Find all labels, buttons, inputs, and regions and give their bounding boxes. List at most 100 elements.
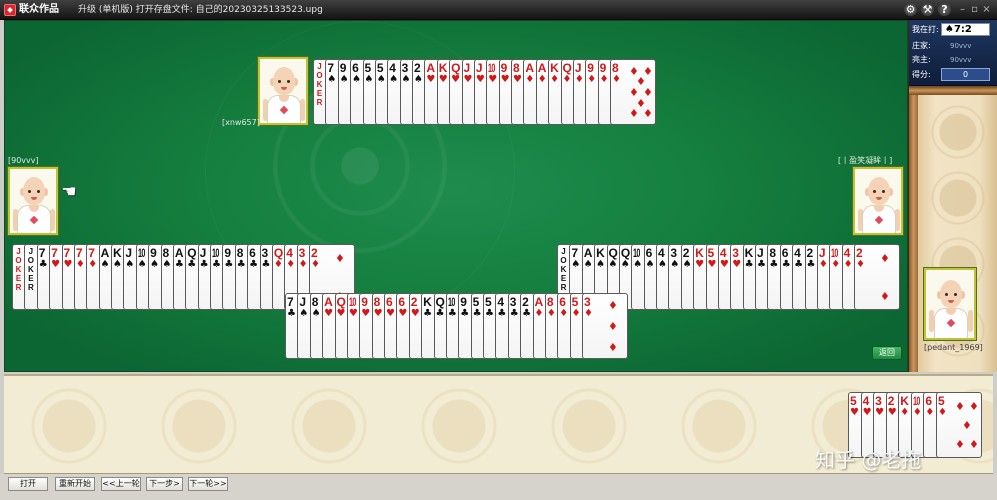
card-rank: 10 <box>831 246 839 260</box>
card-pip: ♦ <box>629 107 639 120</box>
trump-label: 亮主: <box>912 55 931 64</box>
right-player-name: [丨盈笑凝眸丨] <box>838 156 893 165</box>
card-rank: 6 <box>781 246 789 260</box>
card-rank: 3 <box>401 61 409 75</box>
card-rank: 7 <box>287 295 294 309</box>
card-rank: 7 <box>327 61 335 75</box>
close-icon[interactable]: × <box>981 3 992 16</box>
card-suit: ♦ <box>912 407 922 418</box>
card-suit: ♥ <box>51 259 61 270</box>
card-rank: Q <box>336 295 346 309</box>
card[interactable]: 3 ♦ ♦ ♦ ♦ <box>582 293 628 359</box>
card-suit: ♦ <box>574 74 584 85</box>
card-rank: 3 <box>509 295 517 309</box>
tools-icon[interactable]: ⚒ <box>921 3 934 16</box>
restore-icon[interactable]: ▫ <box>969 3 980 16</box>
card-rank: 6 <box>645 246 653 260</box>
card-rank: Q <box>451 61 461 75</box>
settings-icon[interactable]: ⚙ <box>904 3 917 16</box>
card-suit: ♣ <box>744 259 754 270</box>
card-suit: ♠ <box>414 74 423 85</box>
card-suit: ♣ <box>460 308 470 319</box>
left-player-avatar[interactable] <box>8 167 58 235</box>
right-player-avatar[interactable] <box>853 167 903 235</box>
card-suit: ♣ <box>509 308 519 319</box>
card-suit: ♠ <box>401 74 411 85</box>
card-rank: Q <box>435 295 445 309</box>
card-suit: ♣ <box>781 259 791 270</box>
card-suit: ♥ <box>862 407 872 418</box>
card-suit: ♥ <box>348 308 358 319</box>
card-rank: 10 <box>488 61 496 75</box>
card-rank: 2 <box>682 246 690 260</box>
top-player-avatar[interactable] <box>258 57 308 125</box>
card-rank: J <box>299 295 307 309</box>
card-rank: 6 <box>386 295 393 309</box>
scroll-roll <box>909 86 997 95</box>
card-suit: ♦ <box>584 308 593 319</box>
card-suit: ♣ <box>447 308 457 319</box>
card-rank: J <box>125 246 133 260</box>
card-rank: 5 <box>472 295 480 309</box>
card-pip: ♦ <box>954 438 965 451</box>
card-rank: 4 <box>389 61 396 75</box>
next-round-button[interactable]: 下一轮>> <box>188 477 228 491</box>
help-icon[interactable]: ? <box>938 3 951 16</box>
card-joker-label: JOKER <box>316 62 323 107</box>
card-suit: ♠ <box>596 259 606 270</box>
card-suit: ♣ <box>249 259 259 270</box>
card-suit: ♦ <box>562 74 572 85</box>
control-bar: 打开 重新开始 <<上一轮 下一步> 下一轮>> <box>0 474 997 500</box>
minimize-icon[interactable]: – <box>957 3 968 16</box>
playing-label: 我在打: <box>912 25 939 34</box>
card-suit: ♠ <box>608 259 618 270</box>
avatar-head <box>273 67 295 95</box>
card-rank: A <box>174 246 184 260</box>
card-suit: ♥ <box>410 308 420 319</box>
card-rank: 4 <box>286 246 293 260</box>
card-suit: ♦ <box>534 308 544 319</box>
card-rank: 9 <box>339 61 347 75</box>
card-suit: ♥ <box>324 308 334 319</box>
card-rank: A <box>100 246 110 260</box>
card-suit: ♣ <box>485 308 494 319</box>
restart-button[interactable]: 重新开始 <box>55 477 95 491</box>
card-pip: ♦ <box>608 299 618 312</box>
open-button[interactable]: 打开 <box>8 477 48 491</box>
card-rank: Q <box>562 61 572 75</box>
card-suit: ♥ <box>438 74 448 85</box>
card-suit: ♦ <box>587 74 597 85</box>
card-rank: 9 <box>361 295 368 309</box>
card-suit: ♥ <box>386 308 395 319</box>
bottom-player-name: [pedant_1969] <box>924 343 983 352</box>
card-suit: ♦ <box>75 259 85 270</box>
game-window: 联众作品 升级 (单机版) 打开存盘文件: 自己的20230325133523.… <box>0 0 997 500</box>
card-suit: ♦ <box>559 308 569 319</box>
card-pip: ♦ <box>954 400 965 413</box>
bottom-player-hand[interactable]: 7 ♣ J ♠ 8 ♠ A ♥ Q ♥ 10 ♥ 9 ♥ 8 ♥ 6 ♥ 6 ♥ 2 ♥ K ♣ Q ♣ 10 ♣ 9 ♣ 5 ♣ 5 ♣ 4 ♣ 3 ♣… <box>285 293 628 359</box>
card-suit: ♥ <box>336 308 346 319</box>
card-suit: ♣ <box>174 259 184 270</box>
card-pip: ♦ <box>335 252 345 265</box>
bottom-player-avatar[interactable] <box>924 268 976 340</box>
card-rank: 8 <box>612 61 619 75</box>
card-suit: ♥ <box>732 259 742 270</box>
card-rank: 10 <box>348 295 356 309</box>
card-rank: 4 <box>658 246 665 260</box>
card-suit: ♣ <box>472 308 482 319</box>
return-button[interactable]: 返回 <box>872 346 902 360</box>
title-bar: 联众作品 升级 (单机版) 打开存盘文件: 自己的20230325133523.… <box>0 0 997 20</box>
card-rank: K <box>113 246 122 260</box>
card-suit: ♥ <box>875 407 885 418</box>
card-rank: 4 <box>862 394 870 408</box>
prev-round-button[interactable]: <<上一轮 <box>101 477 141 491</box>
card-suit: ♥ <box>426 74 436 85</box>
next-step-button[interactable]: 下一步> <box>146 477 183 491</box>
card-rank: 9 <box>460 295 467 309</box>
card-rank: 5 <box>937 394 945 408</box>
card-rank: 2 <box>522 295 529 309</box>
card-rank: 5 <box>707 246 715 260</box>
card-suit: ♣ <box>261 259 271 270</box>
card-rank: J <box>818 246 826 260</box>
card-pip: ♦ <box>643 107 653 120</box>
